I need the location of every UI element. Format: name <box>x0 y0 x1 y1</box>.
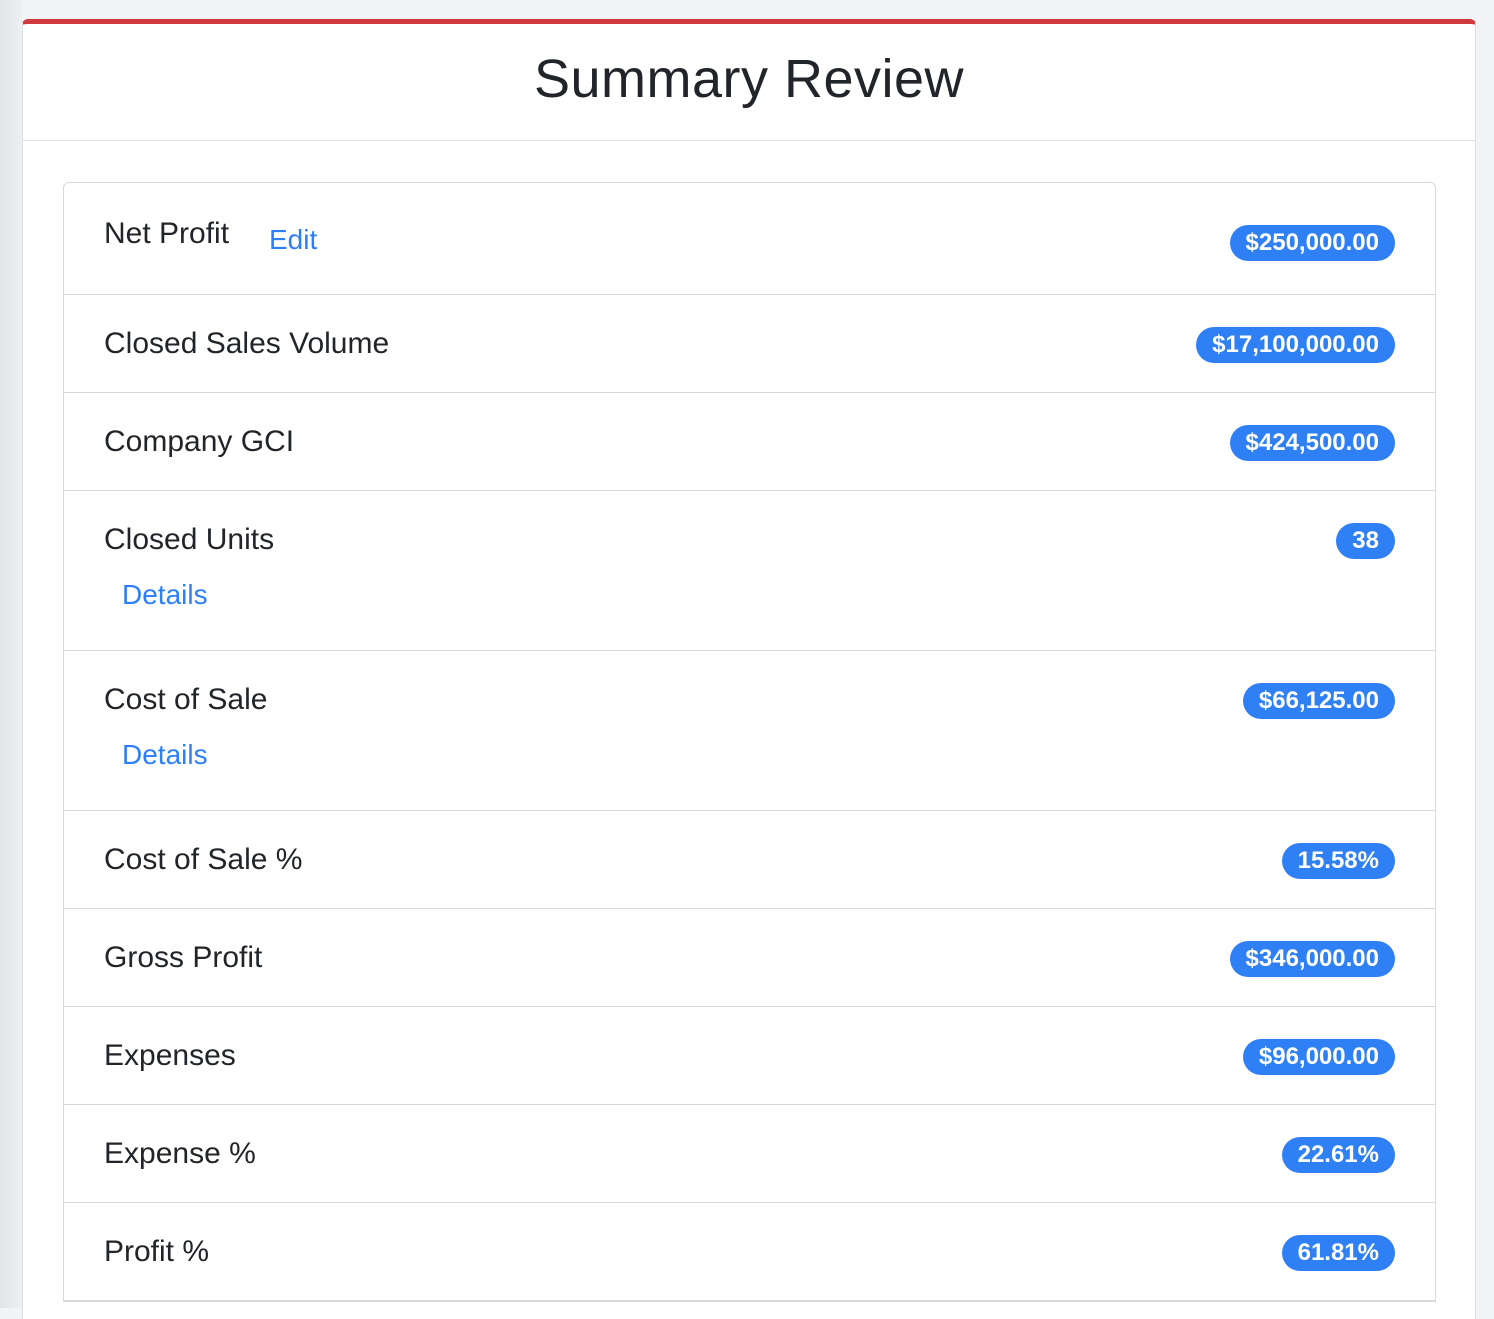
list-item-profit-percent: Profit % 61.81% <box>64 1203 1435 1301</box>
value-badge: 38 <box>1336 523 1395 559</box>
cost-of-sale-details-link[interactable]: Details <box>122 738 208 772</box>
list-item-cost-of-sale: Cost of Sale Details $66,125.00 <box>64 651 1435 811</box>
closed-units-details-link[interactable]: Details <box>122 578 208 612</box>
value-badge: $96,000.00 <box>1242 1039 1395 1075</box>
row-label: Cost of Sale <box>104 683 268 716</box>
row-label: Closed Units <box>104 523 275 556</box>
page-title: Summary Review <box>533 49 965 109</box>
row-label: Closed Sales Volume <box>104 327 390 360</box>
list-item-closed-sales-volume: Closed Sales Volume $17,100,000.00 <box>64 295 1435 393</box>
summary-list: Net Profit Edit $250,000.00 Closed Sales… <box>63 182 1436 1302</box>
summary-card: Summary Review Net Profit Edit $250,000.… <box>22 19 1476 1319</box>
value-badge: $424,500.00 <box>1229 425 1395 461</box>
value-badge: $346,000.00 <box>1229 941 1395 977</box>
page-left-edge <box>0 0 22 1308</box>
list-item-gross-profit: Gross Profit $346,000.00 <box>64 909 1435 1007</box>
list-item-company-gci: Company GCI $424,500.00 <box>64 393 1435 491</box>
value-badge: 22.61% <box>1281 1137 1395 1173</box>
value-badge: 15.58% <box>1281 843 1395 879</box>
value-badge: $17,100,000.00 <box>1196 327 1395 363</box>
value-badge: $66,125.00 <box>1242 683 1395 719</box>
value-badge: $250,000.00 <box>1229 225 1395 261</box>
list-item-cost-of-sale-percent: Cost of Sale % 15.58% <box>64 811 1435 909</box>
value-badge: 61.81% <box>1281 1235 1395 1271</box>
edit-link[interactable]: Edit <box>269 223 317 257</box>
list-item-expenses: Expenses $96,000.00 <box>64 1007 1435 1105</box>
card-header: Summary Review <box>23 24 1475 141</box>
row-label: Profit % <box>104 1235 210 1268</box>
row-label: Expense % <box>104 1137 256 1170</box>
row-label: Cost of Sale % <box>104 843 303 876</box>
row-label: Expenses <box>104 1039 236 1072</box>
row-label: Net Profit <box>104 217 230 250</box>
row-label: Company GCI <box>104 425 295 458</box>
list-item-net-profit: Net Profit Edit $250,000.00 <box>64 183 1435 295</box>
list-item-expense-percent: Expense % 22.61% <box>64 1105 1435 1203</box>
row-label: Gross Profit <box>104 941 263 974</box>
list-item-closed-units: Closed Units Details 38 <box>64 491 1435 651</box>
